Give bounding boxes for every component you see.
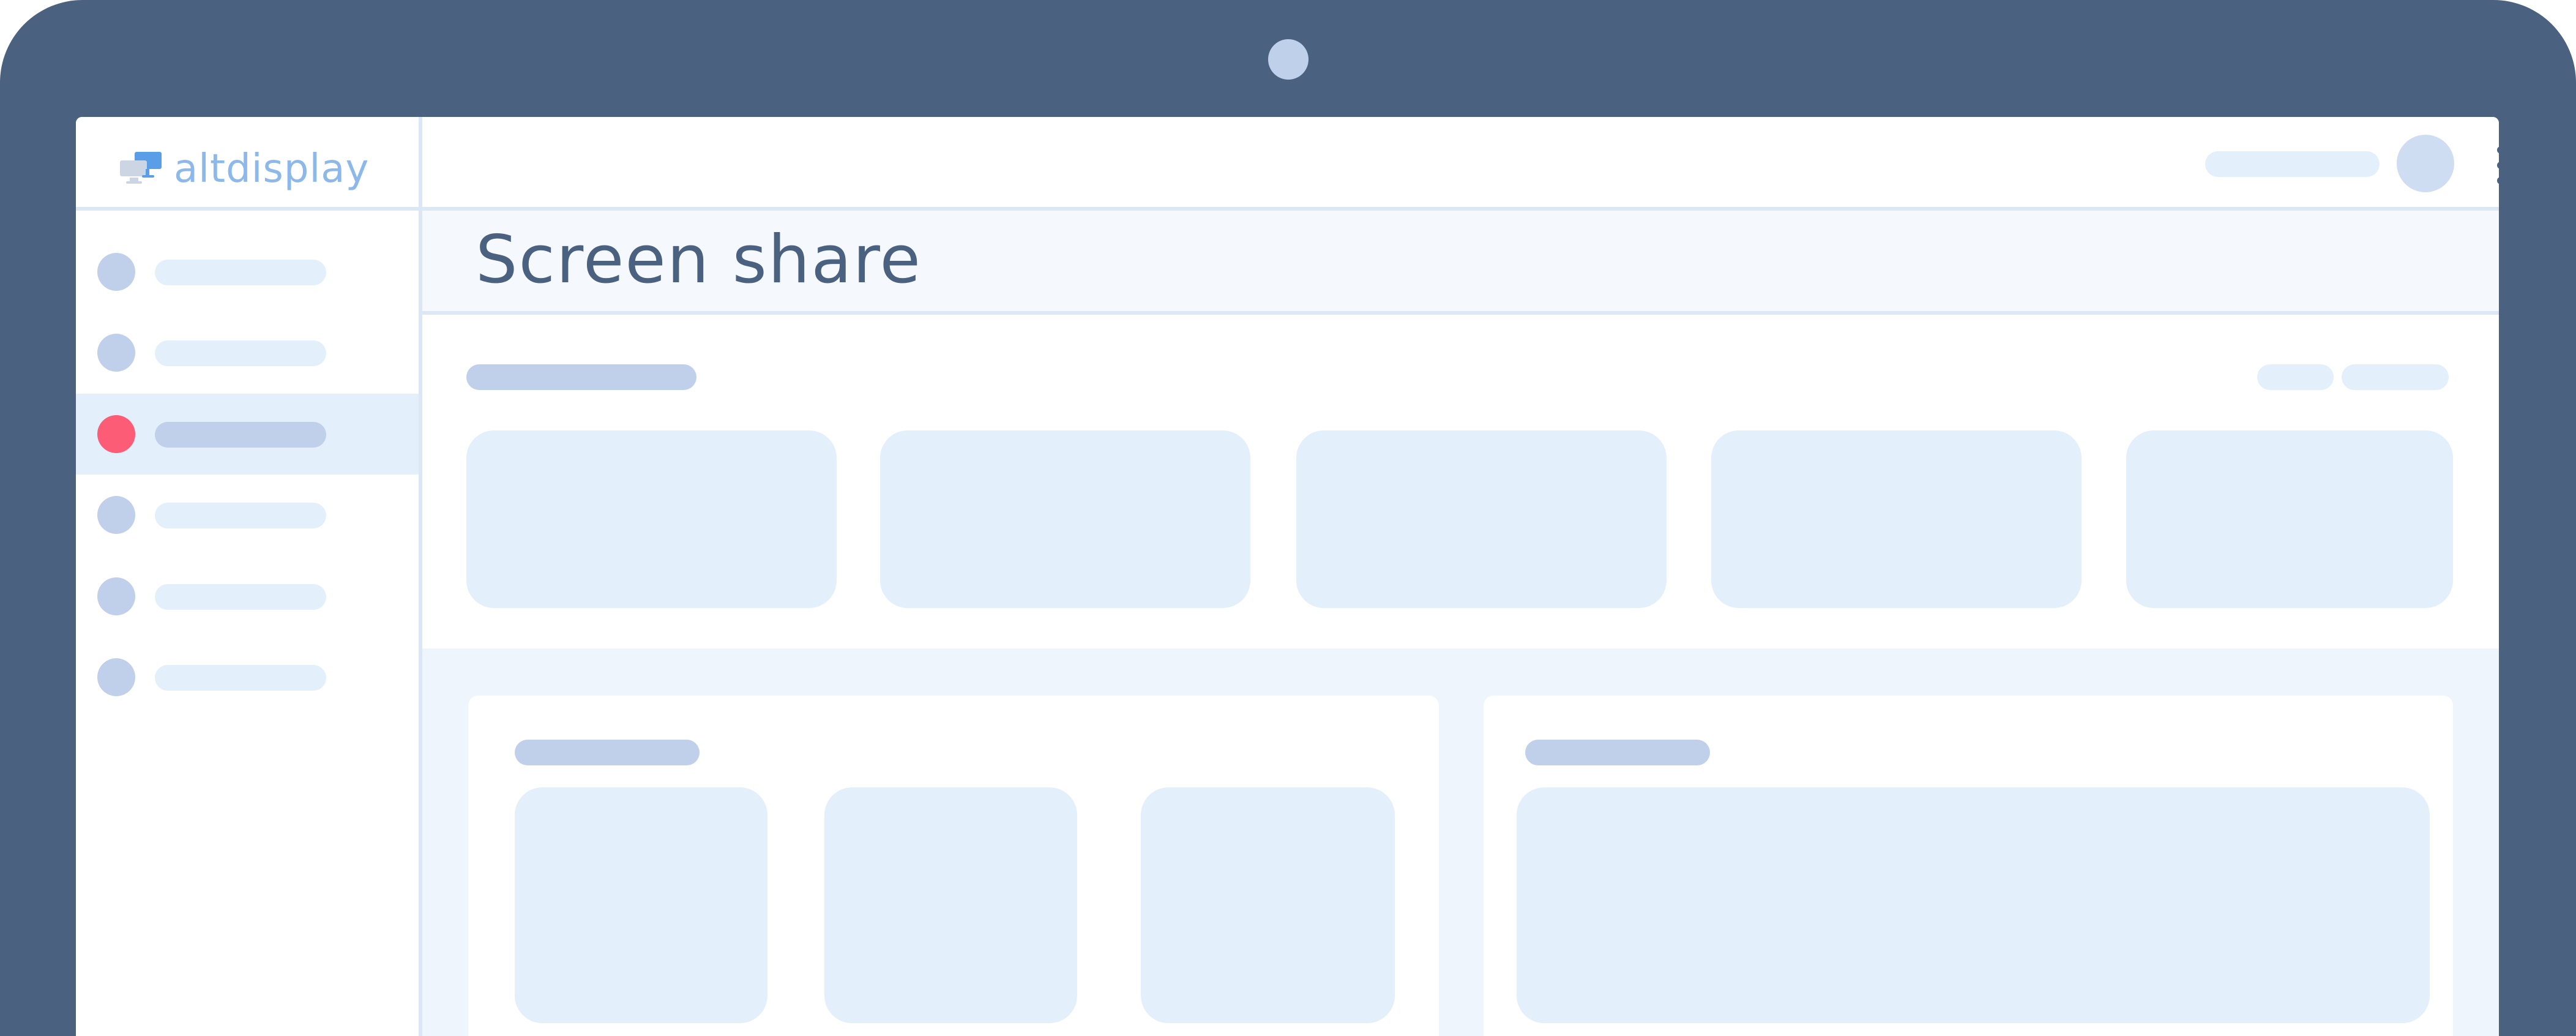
sidebar-item-label-placeholder (155, 340, 326, 366)
kebab-dot (2497, 146, 2499, 154)
logo-text: altdisplay (174, 146, 370, 192)
sidebar-item-label-placeholder (155, 260, 326, 285)
display-card[interactable] (2126, 430, 2453, 608)
sidebar-item-4[interactable] (76, 475, 419, 555)
sidebar-item-label-placeholder (155, 665, 326, 691)
panel-title-placeholder (515, 740, 700, 765)
sidebar-item-icon (97, 658, 135, 696)
section-action-placeholder[interactable] (2342, 364, 2449, 390)
sidebar-item-label-placeholder (155, 503, 326, 528)
sidebar-item-label-placeholder (155, 422, 326, 448)
camera-icon (1268, 39, 1309, 80)
top-bar (422, 117, 2499, 211)
sidebar-item-icon (97, 253, 135, 291)
sidebar-item-icon (97, 334, 135, 372)
content-section-top (422, 315, 2499, 648)
avatar[interactable] (2397, 135, 2454, 192)
panel-tile[interactable] (515, 787, 767, 1023)
display-card[interactable] (880, 430, 1250, 608)
kebab-dot (2497, 177, 2499, 184)
panel-title-placeholder (1525, 740, 1710, 765)
sidebar-item-1[interactable] (76, 231, 419, 312)
sidebar-item-5[interactable] (76, 556, 419, 637)
display-card[interactable] (1296, 430, 1667, 608)
section-title-placeholder (466, 364, 696, 390)
page-title: Screen share (476, 222, 922, 298)
content-panel-left (468, 696, 1439, 1036)
top-bar-placeholder[interactable] (2205, 151, 2380, 177)
kebab-dot (2497, 162, 2499, 169)
device-bezel: altdisplay Screen share (0, 0, 2576, 1036)
panel-tile-wide[interactable] (1517, 787, 2430, 1023)
sidebar-item-icon (97, 415, 135, 453)
sidebar-item-6[interactable] (76, 637, 419, 718)
content-panel-right (1484, 696, 2453, 1036)
altdisplay-logo-icon (120, 152, 162, 184)
title-bar: Screen share (422, 211, 2499, 315)
sidebar-item-screen-share[interactable] (76, 394, 419, 475)
display-card[interactable] (1711, 430, 2081, 608)
kebab-menu-icon[interactable] (2488, 146, 2499, 189)
sidebar-item-icon (97, 577, 135, 615)
panel-tile[interactable] (824, 787, 1077, 1023)
content-section-bottom (422, 648, 2499, 1036)
sidebar: altdisplay (76, 117, 422, 1036)
sidebar-item-label-placeholder (155, 584, 326, 610)
sidebar-item-icon (97, 496, 135, 534)
logo-area: altdisplay (76, 117, 422, 211)
app-screen: altdisplay Screen share (76, 117, 2499, 1036)
section-action-placeholder[interactable] (2257, 364, 2334, 390)
panel-tile[interactable] (1141, 787, 1395, 1023)
sidebar-item-2[interactable] (76, 312, 419, 393)
display-card[interactable] (466, 430, 837, 608)
